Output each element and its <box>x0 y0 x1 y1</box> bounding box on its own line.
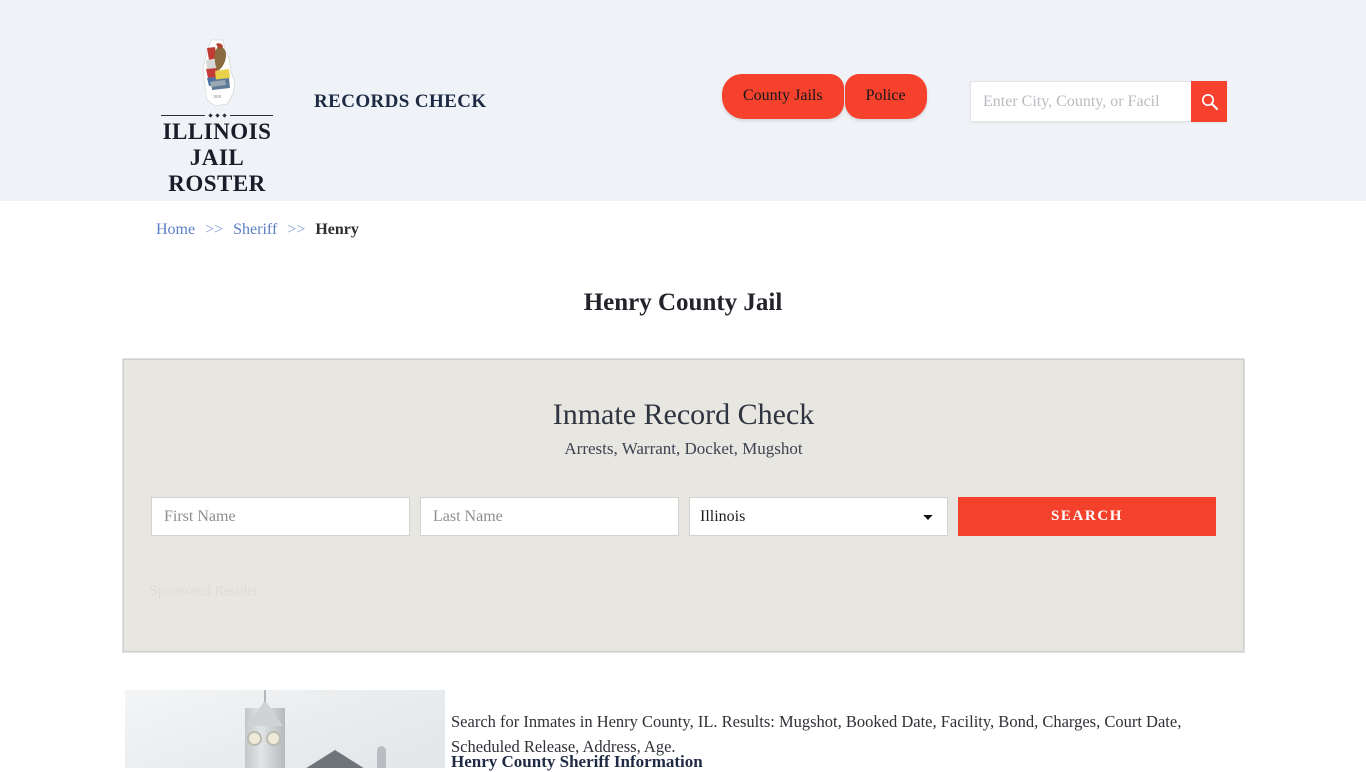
primary-nav: County Jails Police <box>722 74 927 119</box>
photo-clock-face-left <box>247 731 262 746</box>
site-header: 1818 ILLINOIS JAIL ROSTER RECORDS CHECK … <box>0 0 1366 201</box>
logo-line-1: ILLINOIS <box>162 119 272 144</box>
photo-clock-face-right <box>266 731 281 746</box>
photo-roof <box>300 750 370 768</box>
content-paragraph: Search for Inmates in Henry County, IL. … <box>451 711 1182 756</box>
nav-item-county-jails[interactable]: County Jails <box>722 74 844 119</box>
svg-text:1818: 1818 <box>213 94 221 99</box>
inmate-record-check-panel: Inmate Record Check Arrests, Warrant, Do… <box>122 358 1245 653</box>
first-name-input[interactable] <box>151 497 410 536</box>
breadcrumb-item-home[interactable]: Home <box>156 221 195 238</box>
photo-tower-spire <box>264 690 266 702</box>
illinois-state-outline-seal-icon: 1818 <box>185 38 249 110</box>
nav-item-police[interactable]: Police <box>844 74 927 119</box>
header-tagline: RECORDS CHECK <box>314 91 487 112</box>
last-name-input[interactable] <box>420 497 679 536</box>
courthouse-photo <box>125 690 445 768</box>
inmate-search-button[interactable]: SEARCH <box>958 497 1216 536</box>
header-inner: 1818 ILLINOIS JAIL ROSTER RECORDS CHECK … <box>0 0 1366 201</box>
breadcrumb-separator-1: >> <box>205 221 224 238</box>
content-section-heading: Henry County Sheriff Information <box>451 752 703 771</box>
panel-subtitle: Arrests, Warrant, Docket, Mugshot <box>564 438 803 458</box>
breadcrumb-item-sheriff[interactable]: Sheriff <box>233 221 277 238</box>
logo-divider <box>161 113 273 118</box>
photo-sky <box>125 690 445 768</box>
photo-tower-roof <box>247 700 283 726</box>
logo-line-2: JAIL ROSTER <box>168 144 266 196</box>
page-title: Henry County Jail <box>583 288 783 316</box>
state-select[interactable]: Illinois <box>689 497 948 536</box>
search-icon <box>1201 93 1218 111</box>
logo-wordmark: ILLINOIS JAIL ROSTER <box>152 119 282 196</box>
breadcrumb: Home >> Sheriff >> Henry <box>156 221 359 239</box>
breadcrumb-item-current: Henry <box>315 221 359 238</box>
breadcrumb-separator-2: >> <box>287 221 306 238</box>
inmate-search-form: Illinois SEARCH <box>151 497 1216 536</box>
sponsored-results-label: Sponsored Results <box>150 584 258 599</box>
panel-title: Inmate Record Check <box>552 398 815 431</box>
search-submit-button[interactable] <box>1191 81 1227 122</box>
header-search <box>970 81 1227 122</box>
site-logo[interactable]: 1818 ILLINOIS JAIL ROSTER <box>152 38 282 196</box>
photo-statue <box>377 746 386 768</box>
nav-item-police-label: Police <box>865 87 906 104</box>
search-input[interactable] <box>970 81 1191 122</box>
nav-item-county-jails-label: County Jails <box>743 87 823 104</box>
